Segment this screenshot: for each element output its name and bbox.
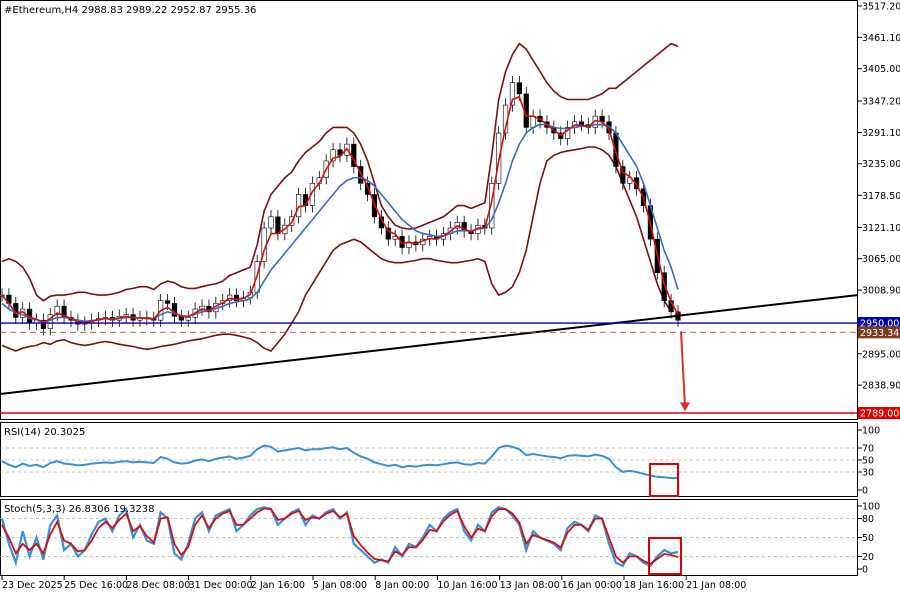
stochastic-panel [0, 506, 857, 575]
price-tick-label: 3517.20 [862, 2, 900, 13]
bollinger-upper-band [1, 42, 679, 302]
rsi-tick-label: 50 [862, 456, 874, 467]
time-tick-label: 21 Jan 08:00 [686, 580, 746, 591]
axes: 3517.20 3461.10 3405.00 3347.20 3291.10 3235.… [1, 2, 900, 591]
stoch-header: Stoch(5,3,3) 26.8306 19.3238 [4, 504, 155, 515]
rsi-tick-label: 30 [862, 468, 874, 479]
time-tick-label: 28 Dec 08:00 [126, 580, 190, 591]
candle-body [164, 300, 171, 304]
chart-canvas: 3517.20 3461.10 3405.00 3347.20 3291.10 3235.… [0, 0, 900, 591]
candle-body [296, 194, 302, 218]
rsi-header: RSI(14) 20.3025 [4, 427, 85, 438]
rsi-tick-label: 0 [862, 486, 868, 497]
trendline [0, 294, 858, 395]
candle-body [530, 115, 536, 128]
rsi-line [1, 444, 678, 479]
price-tick-label: 3121.10 [862, 223, 900, 234]
projection-arrow-head [680, 402, 690, 412]
main-panel-frame [0, 0, 858, 420]
price-tick-label: 3405.00 [862, 64, 900, 75]
price-tick-label: 3065.00 [862, 254, 900, 265]
time-tick-label: 16 Jan 00:00 [562, 580, 622, 591]
time-tick-label: 13 Jan 08:00 [500, 580, 560, 591]
price-tick-label: 3291.10 [862, 128, 900, 139]
stoch-tick-label: 0 [862, 565, 868, 576]
time-tick-label: 10 Jan 16:00 [437, 580, 497, 591]
rsi-tick-label: 70 [862, 444, 874, 455]
price-tick-label: 2838.90 [862, 381, 900, 392]
price-label-box: 2933.34 [858, 326, 900, 339]
rsi-highlight-box [649, 463, 679, 497]
time-tick-label: 18 Jan 16:00 [624, 580, 684, 591]
price-panel [0, 42, 858, 414]
price-tick-label: 3235.00 [862, 159, 900, 170]
candle-body [275, 216, 281, 234]
moving-average-fast [1, 95, 679, 324]
candle-body [516, 82, 522, 95]
time-tick-label: 5 Jan 08:00 [313, 580, 367, 591]
rsi-panel [0, 444, 857, 497]
candle-body [268, 216, 274, 229]
stoch-tick-label: 80 [862, 514, 874, 525]
rsi-tick-label: 100 [862, 426, 880, 437]
symbol-header: #Ethereum,H4 2988.83 2989.22 2952.87 295… [4, 5, 256, 16]
stoch-tick-label: 100 [862, 502, 880, 513]
stoch-tick-label: 20 [862, 552, 874, 563]
price-tick-label: 2895.00 [862, 349, 900, 360]
price-tick-label: 3178.50 [862, 191, 900, 202]
time-tick-label: 25 Dec 16:00 [64, 580, 128, 591]
projection-arrow-line [680, 331, 686, 407]
bollinger-lower-band [1, 146, 672, 352]
stoch-signal-line [1, 507, 679, 566]
stoch-tick-label: 50 [862, 533, 874, 544]
price-tick-label: 3461.10 [862, 33, 900, 44]
time-tick-label: 31 Dec 00:00 [189, 580, 253, 591]
price-tick-label: 3008.90 [862, 286, 900, 297]
rsi-panel-frame [0, 422, 858, 497]
time-tick-label: 2 Jan 16:00 [251, 580, 305, 591]
time-tick-label: 8 Jan 00:00 [375, 580, 429, 591]
price-tick-label: 3347.20 [862, 97, 900, 108]
candle-body [185, 317, 191, 321]
time-tick-label: 23 Dec 2025 [2, 580, 63, 591]
price-label-text: 2789.00 [860, 409, 899, 420]
price-label-box: 2789.00 [858, 407, 900, 420]
price-label-text: 2933.34 [860, 328, 899, 339]
candle-body [578, 121, 585, 125]
